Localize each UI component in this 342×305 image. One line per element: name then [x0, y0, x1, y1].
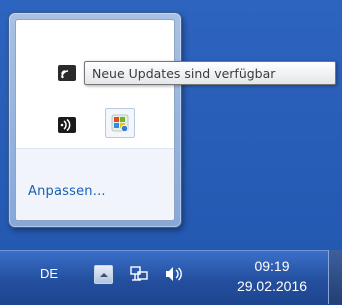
taskbar: DE 09:19 29.02.2016: [0, 250, 342, 305]
update-tooltip: Neue Updates sind verfügbar: [84, 61, 336, 85]
language-indicator[interactable]: DE: [40, 266, 58, 281]
audio-device-icon[interactable]: [56, 114, 78, 136]
notification-area-flyout: Anpassen...: [8, 12, 182, 228]
clock-time: 09:19: [254, 258, 290, 274]
show-desktop-button[interactable]: [328, 250, 342, 304]
volume-icon[interactable]: [164, 265, 184, 283]
chevron-up-icon: [99, 272, 108, 277]
clock-date: 29.02.2016: [236, 278, 308, 294]
system-clock[interactable]: 09:19 29.02.2016: [228, 257, 316, 297]
windows-update-icon[interactable]: [105, 108, 135, 138]
customize-link[interactable]: Anpassen...: [28, 184, 106, 199]
flyout-panel: Anpassen...: [15, 19, 175, 221]
network-icon[interactable]: [129, 265, 149, 283]
wifi-signal-icon[interactable]: [56, 62, 78, 84]
show-hidden-icons-button[interactable]: [94, 265, 113, 284]
flyout-footer: Anpassen...: [16, 148, 174, 220]
